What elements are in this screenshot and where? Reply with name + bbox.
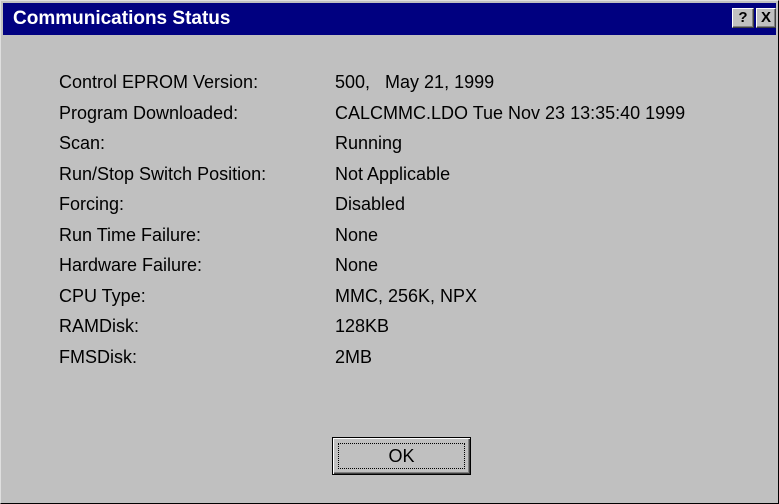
status-value: None bbox=[335, 224, 379, 245]
status-value: Disabled bbox=[335, 194, 406, 214]
status-label: Run/Stop Switch Position: bbox=[59, 163, 267, 184]
status-value: 500, May 21, 1999 bbox=[335, 72, 495, 92]
window-title: Communications Status bbox=[13, 8, 231, 29]
status-label: Program Downloaded: bbox=[59, 102, 239, 123]
status-label: Forcing: bbox=[59, 194, 125, 214]
status-value: 2MB bbox=[335, 346, 373, 367]
status-value: 128KB bbox=[335, 316, 390, 336]
status-value: Running bbox=[335, 133, 403, 153]
status-label: RAMDisk: bbox=[59, 316, 139, 336]
status-label: Control EPROM Version: bbox=[59, 72, 259, 92]
help-button[interactable]: ? bbox=[732, 8, 754, 28]
status-label: CPU Type: bbox=[59, 285, 146, 306]
status-value: MMC, 256K, NPX bbox=[335, 285, 478, 306]
title-bar[interactable]: Communications Status ? X bbox=[3, 3, 776, 35]
status-label: Scan: bbox=[59, 133, 106, 153]
status-label: Run Time Failure: bbox=[59, 224, 202, 245]
ok-button-label: OK bbox=[338, 443, 465, 469]
communications-status-dialog: Communications Status ? X Control EPROM … bbox=[0, 0, 779, 504]
status-label: Hardware Failure: bbox=[59, 255, 203, 275]
status-label: FMSDisk: bbox=[59, 346, 137, 367]
status-value: CALCMMC.LDO Tue Nov 23 13:35:40 1999 bbox=[335, 102, 686, 123]
ok-button[interactable]: OK bbox=[332, 437, 471, 475]
question-mark-icon: ? bbox=[738, 9, 748, 26]
status-value: Not Applicable bbox=[335, 163, 451, 184]
close-icon: X bbox=[760, 9, 771, 26]
close-button[interactable]: X bbox=[756, 8, 776, 28]
status-value: None bbox=[335, 255, 379, 275]
